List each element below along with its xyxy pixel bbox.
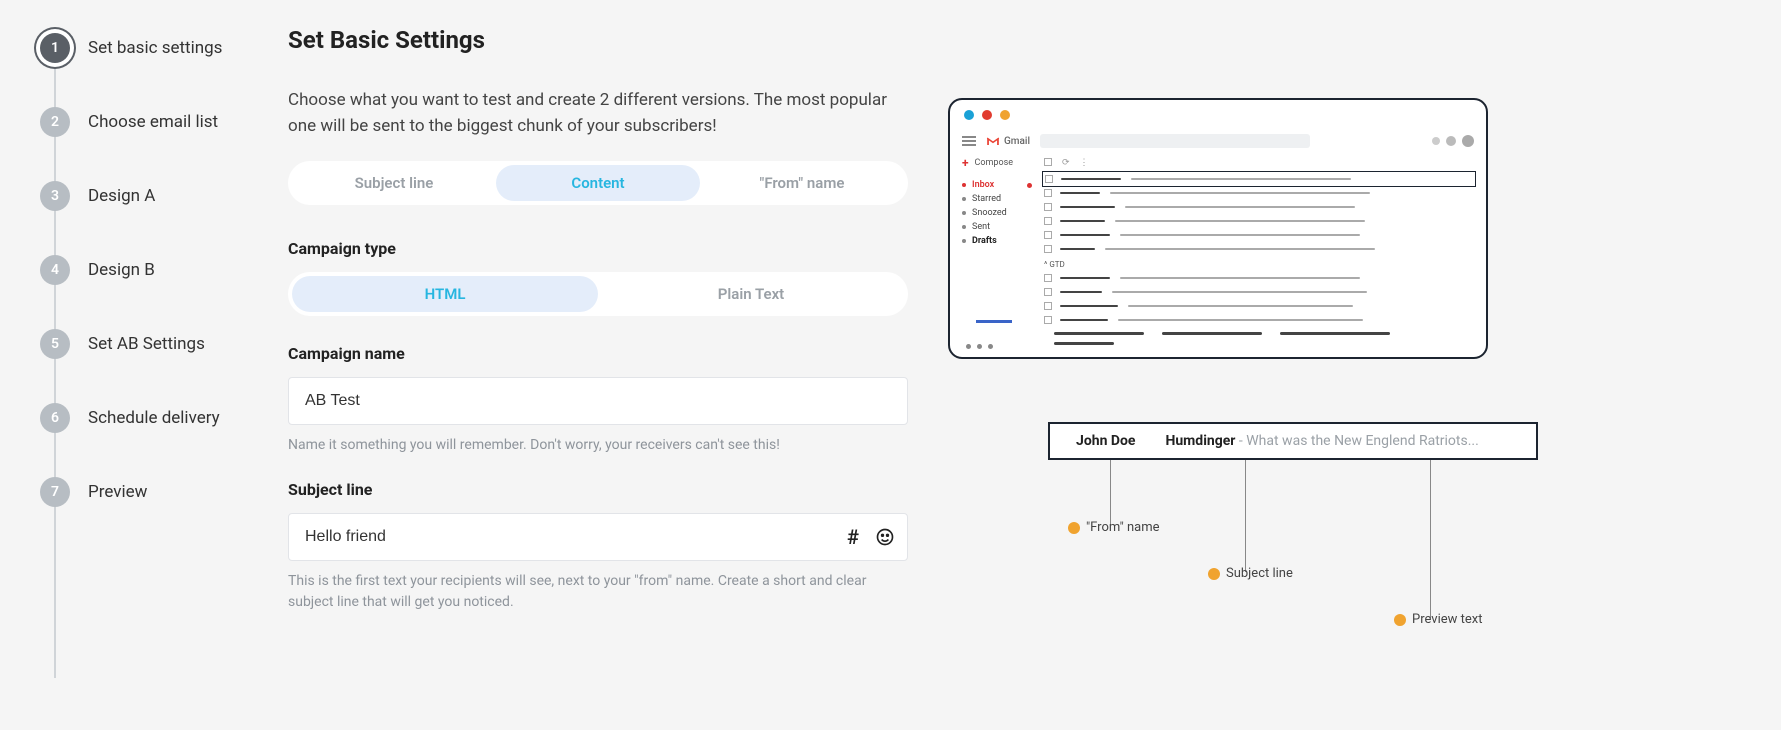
campaign-name-input[interactable] — [288, 377, 908, 425]
highlighted-email-row: John Doe Humdinger - What was the New En… — [1048, 422, 1538, 460]
list-item — [1044, 313, 1474, 327]
plus-icon: + — [962, 156, 969, 170]
section-gtd: ^ GTD — [1044, 256, 1474, 271]
step-7[interactable]: 7 Preview — [40, 470, 248, 514]
step-1[interactable]: 1 Set basic settings — [40, 26, 248, 70]
sidebar-item-drafts: Drafts — [962, 234, 1032, 248]
step-label: Preview — [88, 481, 147, 503]
sidebar-item-sent: Sent — [962, 220, 1032, 234]
sidebar-item-snoozed: Snoozed — [962, 206, 1032, 220]
page-title: Set Basic Settings — [288, 26, 908, 54]
gmail-logo: Gmail — [986, 136, 1030, 147]
callout-line — [1430, 460, 1431, 618]
window-controls — [950, 100, 1486, 130]
callout-line — [1245, 460, 1246, 572]
window-dot-icon — [1000, 110, 1010, 120]
step-number: 7 — [40, 477, 70, 507]
option-html[interactable]: HTML — [292, 276, 598, 312]
account-icons — [1432, 135, 1474, 147]
list-item — [1044, 214, 1474, 228]
list-item — [1044, 186, 1474, 200]
underline-accent — [976, 320, 1012, 323]
more-icon — [966, 344, 993, 349]
step-label: Set AB Settings — [88, 333, 205, 355]
mock-email-client: Gmail + Compose Inbox Starred — [948, 98, 1488, 359]
list-item — [1044, 242, 1474, 256]
option-subject-line[interactable]: Subject line — [292, 165, 496, 201]
step-label: Choose email list — [88, 111, 218, 133]
callout-subject-line: Subject line — [1208, 566, 1293, 581]
campaign-name-label: Campaign name — [288, 344, 908, 363]
emoji-icon[interactable] — [874, 526, 896, 548]
intro-text: Choose what you want to test and create … — [288, 88, 908, 139]
pin-icon — [1394, 614, 1406, 626]
sidebar-item-starred: Starred — [962, 192, 1032, 206]
callout-line — [1110, 460, 1111, 526]
step-3[interactable]: 3 Design A — [40, 174, 248, 218]
step-label: Schedule delivery — [88, 407, 220, 429]
list-item — [1044, 200, 1474, 214]
pin-icon — [1208, 568, 1220, 580]
gmail-sidebar: + Compose Inbox Starred Snoozed Sent Dra… — [962, 156, 1032, 347]
list-item — [1044, 271, 1474, 285]
inbox-preview: Gmail + Compose Inbox Starred — [948, 26, 1741, 730]
step-label: Design B — [88, 259, 155, 281]
pin-icon — [1068, 522, 1080, 534]
step-number: 3 — [40, 181, 70, 211]
step-number: 5 — [40, 329, 70, 359]
step-label: Design A — [88, 185, 155, 207]
step-number: 2 — [40, 107, 70, 137]
settings-form: Set Basic Settings Choose what you want … — [288, 26, 908, 730]
step-4[interactable]: 4 Design B — [40, 248, 248, 292]
callout-from-name: "From" name — [1068, 520, 1160, 535]
window-dot-icon — [982, 110, 992, 120]
list-item — [1042, 171, 1476, 187]
subject-line-help: This is the first text your recipients w… — [288, 571, 908, 613]
step-number: 1 — [40, 33, 70, 63]
preview-subject: Humdinger — [1165, 433, 1235, 449]
list-item — [1044, 285, 1474, 299]
step-2[interactable]: 2 Choose email list — [40, 100, 248, 144]
menu-icon — [962, 136, 976, 146]
step-label: Set basic settings — [88, 37, 222, 59]
hashtag-icon[interactable]: # — [842, 526, 864, 548]
email-list: ⟳⋮ ^ GTD — [1044, 156, 1474, 347]
step-number: 4 — [40, 255, 70, 285]
window-dot-icon — [964, 110, 974, 120]
wizard-stepper: 1 Set basic settings 2 Choose email list… — [40, 26, 248, 730]
step-number: 6 — [40, 403, 70, 433]
step-5[interactable]: 5 Set AB Settings — [40, 322, 248, 366]
campaign-type-toggle: HTML Plain Text — [288, 272, 908, 316]
option-content[interactable]: Content — [496, 165, 700, 201]
compose-button: + Compose — [962, 156, 1032, 170]
callout-preview-text: Preview text — [1394, 612, 1483, 627]
stepper-connector — [54, 58, 56, 678]
sidebar-item-inbox: Inbox — [962, 178, 1032, 192]
preview-from-name: John Doe — [1076, 433, 1135, 449]
subject-line-label: Subject line — [288, 480, 908, 499]
subject-line-input[interactable] — [288, 513, 908, 561]
search-placeholder — [1040, 134, 1310, 148]
test-type-toggle: Subject line Content "From" name — [288, 161, 908, 205]
list-item — [1044, 299, 1474, 313]
option-plain-text[interactable]: Plain Text — [598, 276, 904, 312]
preview-text: - What was the New Englend Ratriots... — [1235, 433, 1478, 449]
campaign-name-help: Name it something you will remember. Don… — [288, 435, 908, 456]
option-from-name[interactable]: "From" name — [700, 165, 904, 201]
campaign-type-label: Campaign type — [288, 239, 908, 258]
step-6[interactable]: 6 Schedule delivery — [40, 396, 248, 440]
list-item — [1044, 228, 1474, 242]
